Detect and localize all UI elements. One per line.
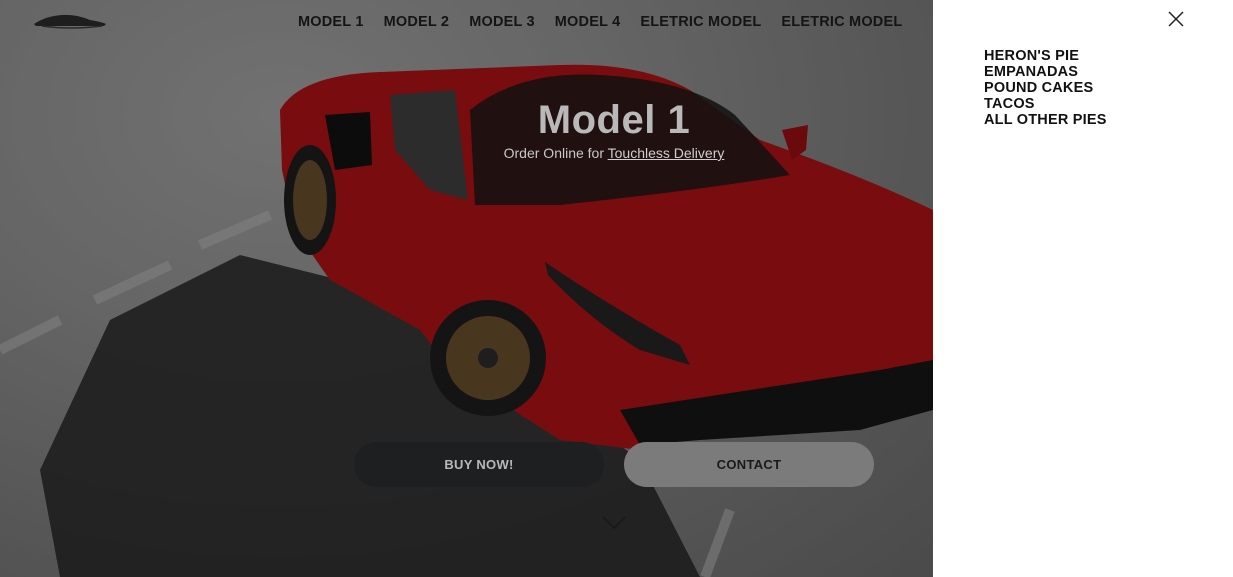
- side-menu-item-empanadas[interactable]: EMPANADAS: [984, 64, 1107, 80]
- contact-button[interactable]: CONTACT: [624, 442, 874, 487]
- side-menu-list: HERON'S PIE EMPANADAS POUND CAKES TACOS …: [984, 48, 1107, 128]
- top-navigation: MODEL 1 MODEL 2 MODEL 3 MODEL 4 ELETRIC …: [298, 14, 902, 30]
- side-menu-item-all-other-pies[interactable]: ALL OTHER PIES: [984, 112, 1107, 128]
- side-menu-panel: HERON'S PIE EMPANADAS POUND CAKES TACOS …: [933, 0, 1233, 577]
- nav-item-eletric-model[interactable]: ELETRIC MODEL: [640, 14, 761, 30]
- side-menu-item-pound-cakes[interactable]: POUND CAKES: [984, 80, 1107, 96]
- hero-section: MODEL 1 MODEL 2 MODEL 3 MODEL 4 ELETRIC …: [0, 0, 933, 577]
- nav-item-model-2[interactable]: MODEL 2: [384, 14, 450, 30]
- buy-now-button[interactable]: BUY NOW!: [354, 442, 604, 487]
- nav-item-eletric-model-2[interactable]: ELETRIC MODEL: [781, 14, 902, 30]
- side-menu-item-tacos[interactable]: TACOS: [984, 96, 1107, 112]
- nav-item-model-4[interactable]: MODEL 4: [555, 14, 621, 30]
- touchless-delivery-link[interactable]: Touchless Delivery: [608, 145, 725, 161]
- subtitle-text: Order Online for: [503, 145, 604, 161]
- close-icon[interactable]: [1167, 10, 1185, 28]
- side-menu-item-herons-pie[interactable]: HERON'S PIE: [984, 48, 1107, 64]
- chevron-down-icon[interactable]: [601, 515, 627, 531]
- nav-item-model-3[interactable]: MODEL 3: [469, 14, 535, 30]
- car-logo-icon[interactable]: [32, 12, 108, 32]
- nav-item-model-1[interactable]: MODEL 1: [298, 14, 364, 30]
- dark-overlay: [0, 0, 933, 577]
